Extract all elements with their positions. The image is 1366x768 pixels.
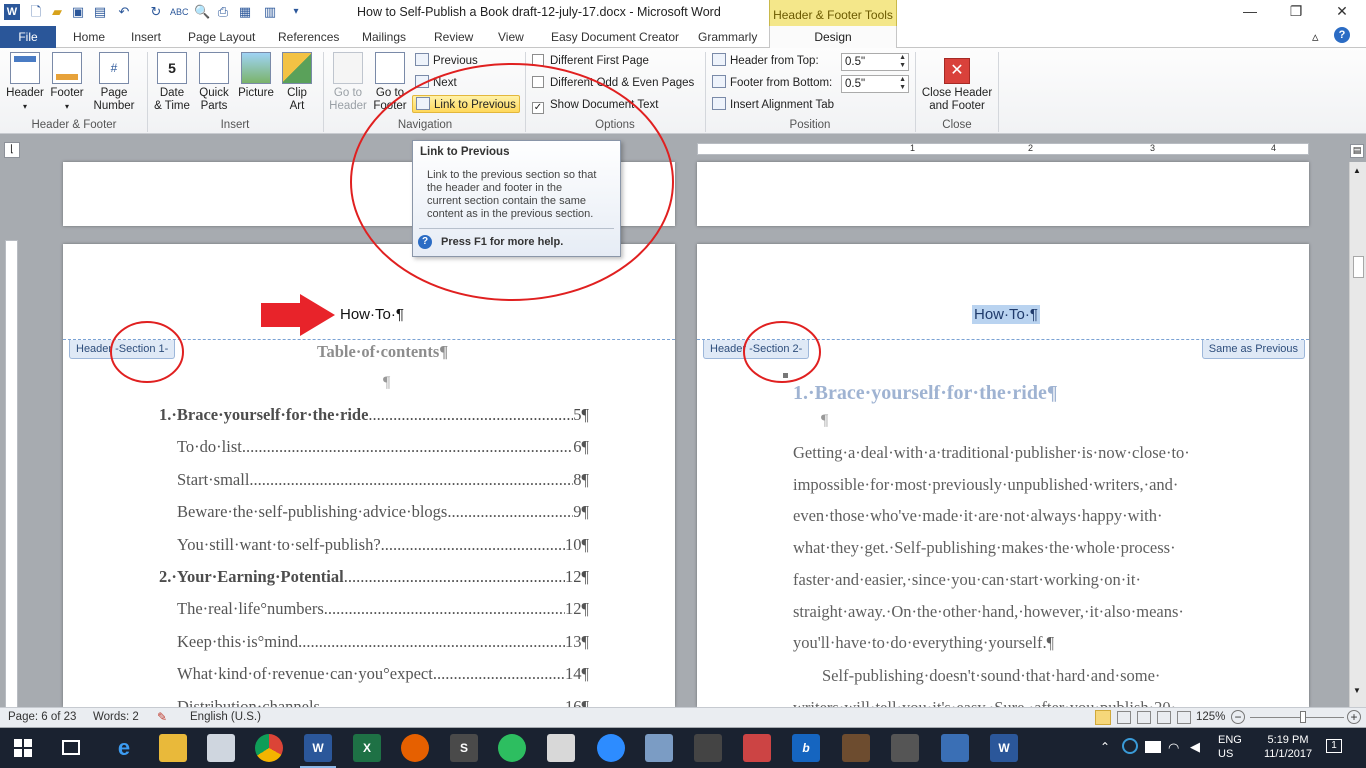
zoom-slider[interactable] [1250,717,1344,718]
annotation-circle-section2 [743,321,821,383]
kindle-icon[interactable] [941,734,969,762]
app-s-icon[interactable]: S [450,734,478,762]
battery-icon[interactable] [1145,741,1161,753]
task-view-icon[interactable] [62,740,80,755]
page-indicator[interactable]: Page: 6 of 23 [8,711,76,723]
excel-icon[interactable]: X [353,734,381,762]
proofing-icon[interactable]: ✎ [157,710,167,724]
zoom-slider-thumb[interactable] [1299,711,1306,723]
word-doc-icon[interactable]: W [990,734,1018,762]
evernote-icon[interactable] [498,734,526,762]
action-center-icon[interactable]: 1 [1326,739,1342,753]
app-icon[interactable] [694,734,722,762]
paint-icon[interactable] [645,734,673,762]
annotation-arrow [261,294,335,336]
zoom-out-icon[interactable]: − [1231,710,1245,724]
calculator-icon[interactable] [207,734,235,762]
tooltip-body: Link to the previous section so that the… [427,169,597,220]
tooltip-link-to-previous: Link to Previous Link to the previous se… [412,140,621,257]
language-indicator[interactable]: English (U.S.) [190,711,261,723]
zoom-in-icon[interactable]: + [1347,710,1361,724]
volume-icon[interactable]: ◀ [1190,739,1200,755]
zoom-app-icon[interactable] [597,734,625,762]
scanner-icon[interactable] [547,734,575,762]
windows-start-icon[interactable] [14,739,32,757]
clock[interactable]: 5:19 PM 11/1/2017 [1260,733,1316,761]
wifi-icon[interactable]: ◠ [1168,740,1179,756]
print-layout-icon[interactable] [1095,710,1111,725]
status-bar: Page: 6 of 23 Words: 2 ✎ English (U.S.) … [0,707,1366,727]
edge-icon[interactable]: e [110,734,138,762]
word-taskbar-icon[interactable]: W [304,734,332,762]
windows-taskbar: e W X S b W ⌃ ◠ ◀ ENG US 5:19 PM 11/1/2017… [0,728,1366,768]
draft-icon[interactable] [1177,711,1191,724]
tooltip-title: Link to Previous [420,146,510,158]
tooltip-divider [419,228,614,229]
annotation-circle-section1 [110,321,184,383]
web-layout-icon[interactable] [1137,711,1151,724]
firefox-icon[interactable] [401,734,429,762]
library-icon[interactable] [842,734,870,762]
tray-chevron-icon[interactable]: ⌃ [1100,740,1110,754]
tooltip-help: Press F1 for more help. [441,236,564,248]
zoom-level[interactable]: 125% [1196,711,1225,723]
full-screen-reading-icon[interactable] [1117,711,1131,724]
chrome-icon[interactable] [255,734,283,762]
word-count[interactable]: Words: 2 [93,711,139,723]
annotation-overlay [110,63,821,383]
tray-app-icon[interactable] [1122,738,1138,754]
file-explorer-icon[interactable] [159,734,187,762]
camera-app-icon[interactable] [743,734,771,762]
language-tray[interactable]: ENG US [1218,733,1242,761]
outline-icon[interactable] [1157,711,1171,724]
app-b-icon[interactable]: b [792,734,820,762]
app-icon[interactable] [891,734,919,762]
help-icon: ? [418,235,432,249]
